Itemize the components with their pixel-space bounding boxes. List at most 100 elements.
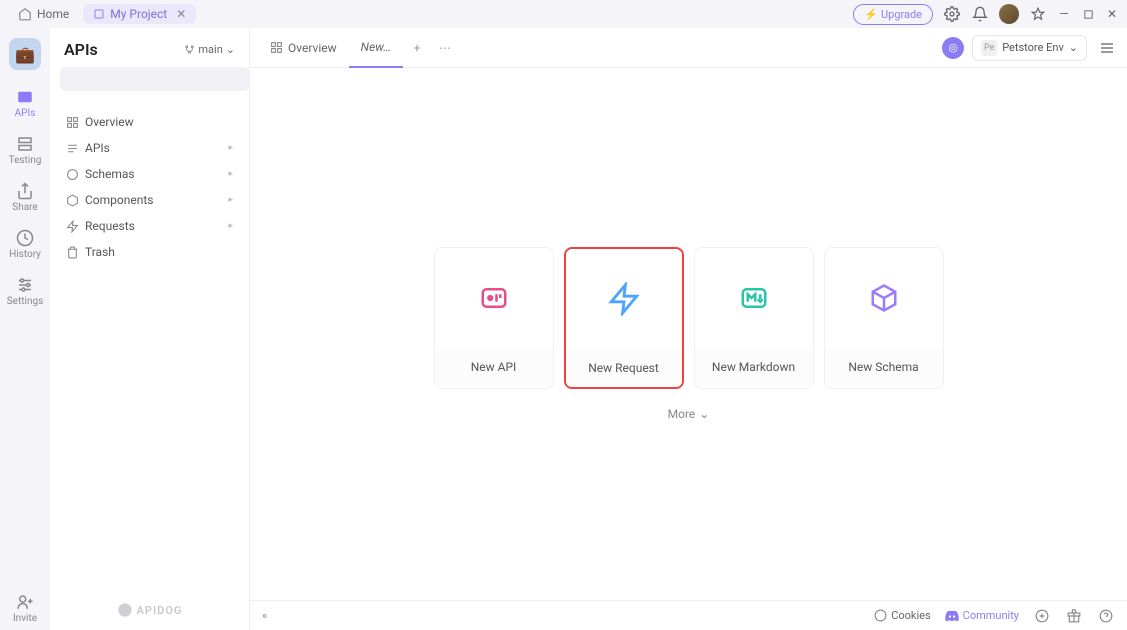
tree: Overview APIs ▸ Schemas ▸ Components ▸ R… <box>50 105 249 269</box>
search-input[interactable] <box>60 67 250 91</box>
tree-components[interactable]: Components ▸ <box>58 187 241 213</box>
tree-trash[interactable]: Trash <box>58 239 241 265</box>
upgrade-icon: ⚡ <box>864 8 878 21</box>
footer: « Cookies Community <box>250 600 1127 630</box>
pin-icon[interactable] <box>1029 5 1047 23</box>
nav-label: History <box>9 249 41 260</box>
card-label: New API <box>435 348 553 386</box>
chevron-right-icon: ▸ <box>228 169 233 179</box>
nav-label: Invite <box>13 613 37 624</box>
trash-icon <box>66 246 79 259</box>
nav-history[interactable]: History <box>0 223 50 266</box>
card-new-schema[interactable]: New Schema <box>824 247 944 389</box>
home-icon <box>18 7 32 21</box>
discord-icon <box>945 609 959 623</box>
home-label: Home <box>37 7 69 21</box>
tab-more-button[interactable]: ⋯ <box>431 34 459 62</box>
tree-requests[interactable]: Requests ▸ <box>58 213 241 239</box>
brand-icon <box>117 602 133 618</box>
minimize-icon[interactable]: — <box>1057 7 1071 21</box>
footer-add-icon[interactable] <box>1033 607 1051 625</box>
env-label: Petstore Env <box>1002 41 1064 54</box>
settings-nav-icon <box>16 276 34 294</box>
nav-invite[interactable]: Invite <box>0 587 50 630</box>
env-selector[interactable]: Pe Petstore Env ⌄ <box>972 35 1087 61</box>
branch-label: main <box>198 43 222 56</box>
nav-label: Share <box>12 202 37 213</box>
project-tab[interactable]: My Project ✕ <box>83 4 196 24</box>
card-label: New Markdown <box>695 348 813 386</box>
apis-icon <box>16 88 34 106</box>
tree-apis[interactable]: APIs ▸ <box>58 135 241 161</box>
close-icon[interactable]: ✕ <box>176 7 186 21</box>
upgrade-button[interactable]: ⚡ Upgrade <box>853 4 933 25</box>
titlebar: Home My Project ✕ ⚡ Upgrade — ✕ <box>0 0 1127 28</box>
maximize-icon[interactable] <box>1081 7 1095 21</box>
cookie-icon <box>874 609 887 622</box>
testing-icon <box>16 135 34 153</box>
cookies-label: Cookies <box>891 609 930 622</box>
chevron-right-icon: ▸ <box>228 143 233 153</box>
settings-icon[interactable] <box>943 5 961 23</box>
nav-settings[interactable]: Settings <box>0 270 50 313</box>
sidebar: APIs main ⌄ Overview APIs ▸ <box>50 28 250 630</box>
tab-overview[interactable]: Overview <box>258 28 349 68</box>
project-label: My Project <box>110 7 167 21</box>
more-label: More <box>668 407 696 421</box>
tree-label: Schemas <box>85 167 135 181</box>
community-link[interactable]: Community <box>945 609 1019 623</box>
card-label: New Request <box>566 349 682 387</box>
history-icon <box>16 229 34 247</box>
tab-label: New… <box>361 40 391 54</box>
tree-overview[interactable]: Overview <box>58 109 241 135</box>
chevron-right-icon: ▸ <box>228 195 233 205</box>
nav-label: APIs <box>15 108 36 119</box>
panel-menu-button[interactable] <box>1095 36 1119 60</box>
card-new-request[interactable]: New Request <box>564 247 684 389</box>
cookies-link[interactable]: Cookies <box>874 609 930 622</box>
tabbar: Overview New… + ⋯ ◎ Pe Petstore Env ⌄ <box>250 28 1127 68</box>
card-new-api[interactable]: New API <box>434 247 554 389</box>
tree-label: Requests <box>85 219 135 233</box>
apis-tree-icon <box>66 142 79 155</box>
nav-share[interactable]: Share <box>0 176 50 219</box>
card-label: New Schema <box>825 348 943 386</box>
tree-label: Components <box>85 193 154 207</box>
tab-add-button[interactable]: + <box>403 34 431 62</box>
env-badge-icon: Pe <box>981 40 997 56</box>
branch-icon <box>184 44 195 55</box>
branch-selector[interactable]: main ⌄ <box>184 43 235 56</box>
tree-schemas[interactable]: Schemas ▸ <box>58 161 241 187</box>
canvas: New API New Request New Markdown New Sch… <box>250 68 1127 600</box>
workspace-logo[interactable]: 💼 <box>9 38 41 70</box>
more-link[interactable]: More ⌄ <box>668 407 710 421</box>
tree-label: Overview <box>85 115 134 129</box>
tab-label: Overview <box>288 41 337 55</box>
collapse-button[interactable]: « <box>262 609 267 622</box>
chevron-down-icon: ⌄ <box>699 407 709 421</box>
tab-new[interactable]: New… <box>349 28 403 68</box>
nav-testing[interactable]: Testing <box>0 129 50 172</box>
home-tab[interactable]: Home <box>8 4 79 24</box>
chevron-down-icon: ⌄ <box>226 43 235 56</box>
overview-icon <box>66 116 79 129</box>
community-label: Community <box>963 609 1019 622</box>
nav-apis[interactable]: APIs <box>0 82 50 125</box>
brand-label: APIDOG <box>137 604 183 617</box>
schemas-icon <box>66 168 79 181</box>
close-window-icon[interactable]: ✕ <box>1105 7 1119 21</box>
avatar[interactable] <box>999 4 1019 24</box>
nav-label: Settings <box>7 296 44 307</box>
upgrade-label: Upgrade <box>881 8 922 21</box>
chevron-right-icon: ▸ <box>228 221 233 231</box>
components-icon <box>66 194 79 207</box>
footer-help-icon[interactable] <box>1097 607 1115 625</box>
requests-icon <box>66 220 79 233</box>
bell-icon[interactable] <box>971 5 989 23</box>
invite-icon <box>16 593 34 611</box>
sidebar-title: APIs <box>64 40 98 59</box>
card-new-markdown[interactable]: New Markdown <box>694 247 814 389</box>
project-icon <box>93 8 105 20</box>
share-badge[interactable]: ◎ <box>942 37 964 59</box>
footer-gift-icon[interactable] <box>1065 607 1083 625</box>
